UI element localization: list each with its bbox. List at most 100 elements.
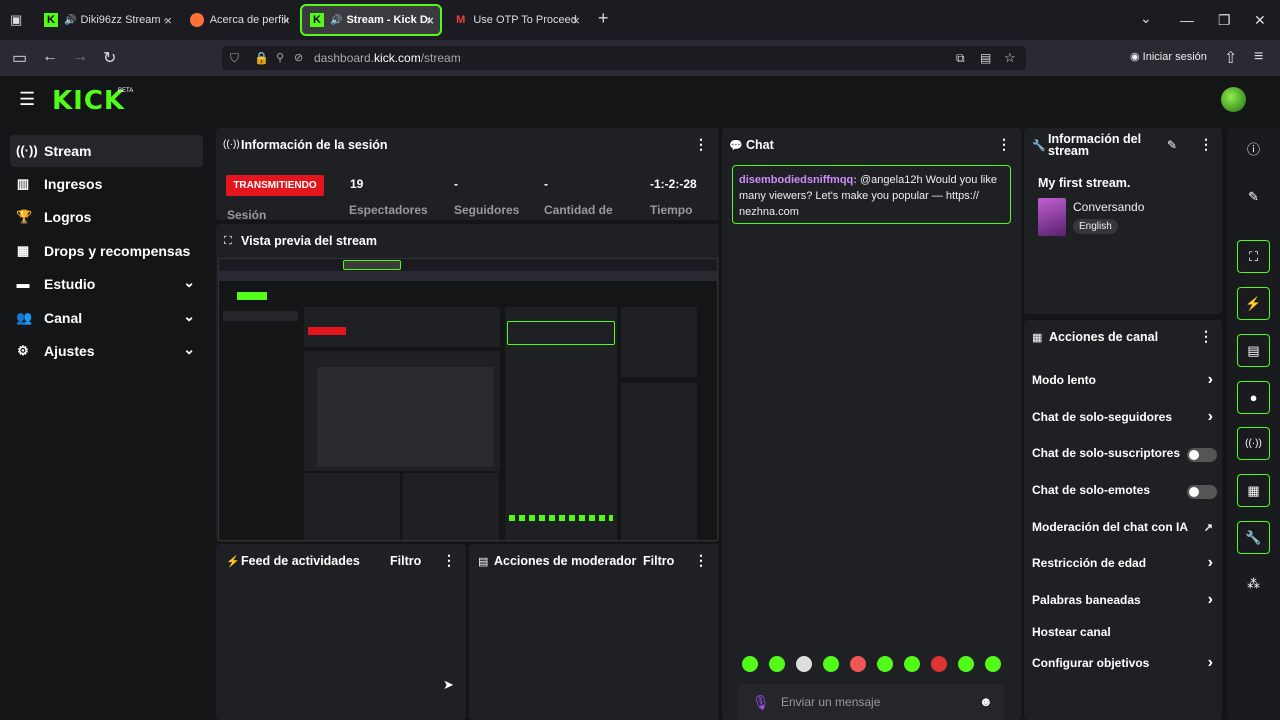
preview-icon: ⛶ xyxy=(224,235,232,247)
followers-only-row[interactable]: Chat de solo-seguidores › xyxy=(1032,408,1217,430)
chevron-right-icon: › xyxy=(1207,554,1213,571)
reload-icon[interactable]: ↻ xyxy=(103,48,116,68)
sign-in-button[interactable]: ◉ Iniciar sesión xyxy=(1130,50,1207,63)
emote-icon[interactable] xyxy=(958,656,974,672)
chat-input[interactable]: Enviar un mensaje xyxy=(738,684,1004,720)
set-goals-row[interactable]: Configurar objetivos › xyxy=(1032,654,1217,676)
add-widget-icon[interactable]: ⁂ xyxy=(1237,567,1270,600)
age-restriction-row[interactable]: Restricción de edad › xyxy=(1032,554,1217,576)
close-tab-icon[interactable]: × xyxy=(572,13,580,28)
browser-tab-1[interactable]: K 🔊 Diki96zz Stream - \ × xyxy=(36,4,178,36)
modactions-filter-button[interactable]: Filtro xyxy=(643,554,674,568)
info-icon[interactable]: ⓘ xyxy=(1237,133,1270,166)
time-label: Tiempo xyxy=(650,203,693,217)
close-tab-icon[interactable]: × xyxy=(164,13,172,28)
extensions-icon[interactable]: ⇧ xyxy=(1224,48,1237,68)
sidebar-item-logros[interactable]: 🏆 Logros xyxy=(10,201,203,233)
gear-icon: ⚙ xyxy=(17,343,29,358)
emote-icon[interactable] xyxy=(904,656,920,672)
kick-logo[interactable]: KICK xyxy=(52,86,125,116)
browser-tab-2[interactable]: Acerca de perfiles × xyxy=(182,4,296,36)
close-tab-icon[interactable]: × xyxy=(426,13,434,28)
external-link-icon: ↗ xyxy=(1203,522,1213,534)
reader-icon[interactable]: ▤ xyxy=(980,46,991,70)
language-badge: English xyxy=(1073,219,1118,234)
chat-username[interactable]: disembodiedsniffmqq: xyxy=(739,174,857,186)
pencil-icon[interactable]: ✎ xyxy=(1167,138,1177,152)
chevron-down-icon[interactable]: ⌄ xyxy=(183,274,195,291)
tab-overview-icon[interactable]: ▣ xyxy=(10,12,22,28)
menu-icon[interactable]: ≡ xyxy=(1254,48,1263,66)
pip-icon[interactable]: ⧉ xyxy=(956,46,965,70)
address-bar[interactable]: ⛉ 🔒 ⚲ ⊘ dashboard.kick.com/stream ⧉ ▤ ☆ xyxy=(222,46,1026,70)
emote-icon[interactable] xyxy=(823,656,839,672)
microphone-icon[interactable]: 🎙 xyxy=(752,694,770,711)
emote-icon[interactable] xyxy=(850,656,866,672)
kick-favicon-icon: K xyxy=(310,13,324,27)
chevron-down-icon[interactable]: ⌄ xyxy=(183,308,195,325)
close-tab-icon[interactable]: × xyxy=(282,13,290,28)
emote-icon[interactable] xyxy=(931,656,947,672)
lock-icon: 🔒 xyxy=(254,51,269,65)
host-channel-row[interactable]: Hostear canal xyxy=(1032,625,1217,645)
viewers-value: 19 xyxy=(350,177,364,191)
ai-moderation-row[interactable]: Moderación del chat con IA ↗ xyxy=(1032,520,1217,540)
channel-icon[interactable]: ▦ xyxy=(1237,474,1270,507)
chat-message[interactable]: disembodiedsniffmqq: @angela12h Would yo… xyxy=(732,165,1011,224)
hamburger-menu-icon[interactable]: ☰ xyxy=(19,89,35,110)
browser-tab-3-active[interactable]: K 🔊 Stream - Kick Das × xyxy=(300,4,442,36)
channel-actions-title: Acciones de canal xyxy=(1049,330,1159,344)
chat-bubble-icon[interactable]: ● xyxy=(1237,381,1270,414)
chevron-down-icon[interactable]: ⌄ xyxy=(183,341,195,358)
forward-icon[interactable]: → xyxy=(72,48,88,66)
avatar[interactable] xyxy=(1221,87,1246,112)
emote-icon[interactable] xyxy=(769,656,785,672)
category-name[interactable]: Conversando xyxy=(1073,200,1144,214)
amount-value: - xyxy=(544,177,548,191)
sidebar-toggle-icon[interactable]: ▭ xyxy=(12,48,27,68)
document-icon[interactable]: ▤ xyxy=(1237,334,1270,367)
stream-info-menu-icon[interactable]: ⋮ xyxy=(1199,136,1213,153)
live-status-badge: TRANSMITIENDO xyxy=(226,175,324,196)
category-thumbnail[interactable] xyxy=(1038,198,1066,236)
chevron-down-icon[interactable]: ⌄ xyxy=(1140,10,1152,27)
edit-icon[interactable]: ✎ xyxy=(1237,180,1270,213)
wrench-icon[interactable]: 🔧 xyxy=(1237,521,1270,554)
session-menu-icon[interactable]: ⋮ xyxy=(694,136,708,153)
banned-words-row[interactable]: Palabras baneadas › xyxy=(1032,591,1217,613)
new-tab-icon[interactable]: + xyxy=(598,8,609,36)
channel-actions-menu-icon[interactable]: ⋮ xyxy=(1199,328,1213,345)
emoji-icon[interactable]: ☻ xyxy=(979,694,993,709)
feed-menu-icon[interactable]: ⋮ xyxy=(442,552,456,569)
sidebar-item-ajustes[interactable]: ⚙ Ajustes ⌄ xyxy=(10,335,203,367)
moderator-actions-title: Acciones de moderador xyxy=(494,554,637,568)
sidebar-item-stream[interactable]: ((·)) Stream xyxy=(10,135,203,167)
back-icon[interactable]: ← xyxy=(42,48,58,66)
star-icon[interactable]: ☆ xyxy=(1004,46,1016,70)
bolt-icon[interactable]: ⚡ xyxy=(1237,287,1270,320)
emotes-only-toggle[interactable] xyxy=(1187,485,1217,499)
chat-bubble-icon: 💬 xyxy=(729,140,743,152)
chat-menu-icon[interactable]: ⋮ xyxy=(997,136,1011,153)
close-window-icon[interactable]: ✕ xyxy=(1254,12,1266,29)
subscribers-only-toggle[interactable] xyxy=(1187,448,1217,462)
browser-tab-4[interactable]: M Use OTP To Proceed - × xyxy=(446,4,586,36)
emote-icon[interactable] xyxy=(742,656,758,672)
broadcast-icon[interactable]: ((·)) xyxy=(1237,427,1270,460)
sidebar-item-estudio[interactable]: ▬ Estudio ⌄ xyxy=(10,268,203,300)
slow-mode-row[interactable]: Modo lento › xyxy=(1032,371,1217,393)
emote-icon[interactable] xyxy=(985,656,1001,672)
feed-filter-button[interactable]: Filtro xyxy=(390,554,421,568)
emote-icon[interactable] xyxy=(796,656,812,672)
maximize-icon[interactable]: ❐ xyxy=(1218,12,1231,29)
modactions-menu-icon[interactable]: ⋮ xyxy=(694,552,708,569)
sidebar-item-ingresos[interactable]: ▥ Ingresos xyxy=(10,168,203,200)
emote-icon[interactable] xyxy=(877,656,893,672)
stream-preview-video[interactable] xyxy=(218,258,718,541)
sidebar-item-drops[interactable]: ▦ Drops y recompensas xyxy=(10,235,203,267)
chat-title: Chat xyxy=(746,138,774,152)
sidebar-item-canal[interactable]: 👥 Canal ⌄ xyxy=(10,302,203,334)
wrench-icon: 🔧 xyxy=(1032,140,1046,152)
minimize-icon[interactable]: — xyxy=(1180,12,1194,28)
preview-toggle-icon[interactable]: ⛶ xyxy=(1237,240,1270,273)
